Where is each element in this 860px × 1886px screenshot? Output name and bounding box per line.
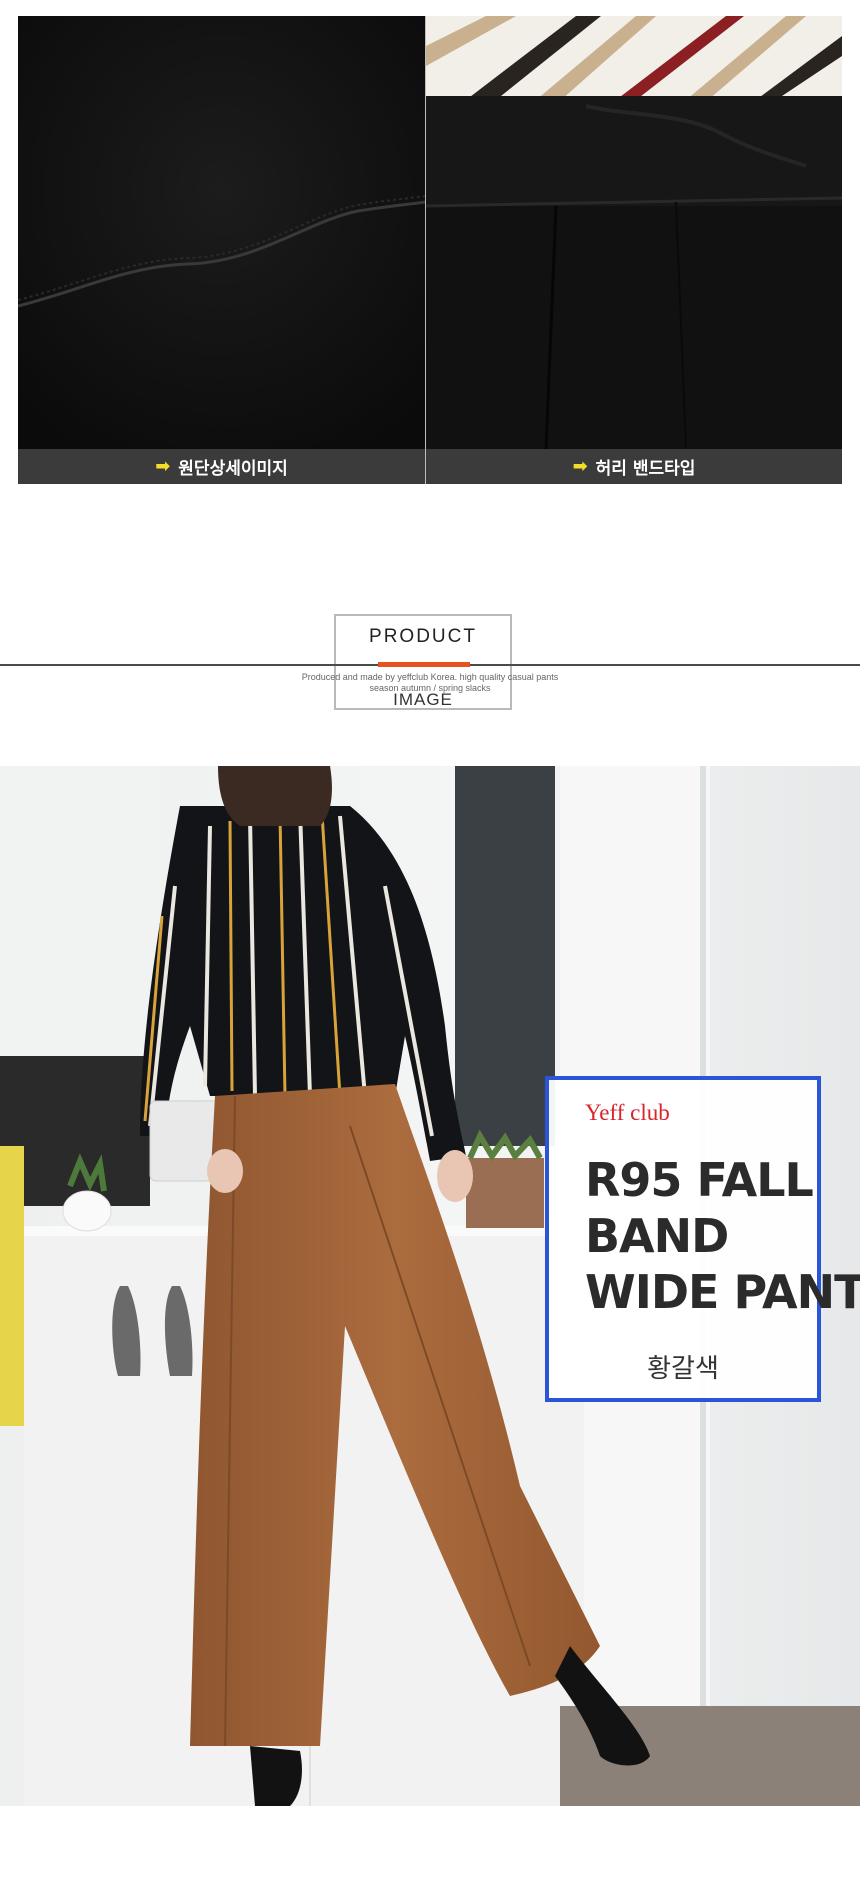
product-color-name: 황갈색 [647,1354,719,1384]
header-accent-bar [378,662,470,667]
detail-images: ➡ 원단상세이미지 ➡ 허리 밴드타입 [18,16,842,484]
waistband-detail-caption: ➡ 허리 밴드타입 [426,449,842,484]
arrow-right-icon: ➡ [155,455,171,477]
header-title-bottom: IMAGE [393,690,453,709]
header-title-top: PRODUCT [369,626,477,647]
fabric-detail-label: 원단상세이미지 [178,459,288,479]
product-image-header: PRODUCT Produced and made by yeffclub Ko… [0,612,860,712]
product-tag: Yeff club R95 FALL BAND WIDE PANTS 황갈색 [545,1076,860,1402]
fabric-detail-photo [18,16,425,449]
waistband-detail-panel: ➡ 허리 밴드타입 [426,16,842,484]
brand-logo: Yeff club [585,1100,670,1125]
waistband-detail-photo [426,16,842,449]
fabric-detail-caption: ➡ 원단상세이미지 [18,449,425,484]
fabric-detail-panel: ➡ 원단상세이미지 [18,16,425,484]
product-name: R95 FALL BAND WIDE PANTS [585,1153,860,1319]
waistband-detail-label: 허리 밴드타입 [595,459,696,479]
arrow-right-icon: ➡ [572,455,588,477]
